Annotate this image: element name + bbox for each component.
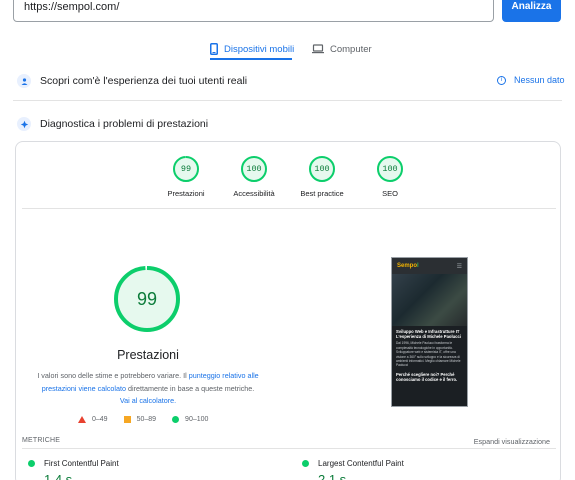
preview-heading: Sviluppo Web e Infrastrutture IT L'esper… (396, 329, 461, 340)
legend-pass-label: 90–100 (185, 416, 209, 423)
no-data-link[interactable]: i Nessun dato (497, 75, 565, 85)
lighthouse-icon (17, 117, 31, 131)
divider (22, 208, 556, 209)
gauge-label: Prestazioni (167, 189, 205, 198)
metric-lcp: Largest Contentful Paint (302, 459, 404, 468)
metric-label: First Contentful Paint (44, 459, 119, 468)
legend-fail-label: 0–49 (92, 416, 108, 423)
preview-hero-image (392, 274, 467, 326)
gauge-value: 100 (314, 164, 330, 174)
metric-fcp: First Contentful Paint (28, 459, 119, 468)
score-legend: 0–49 50–89 90–100 (78, 416, 224, 423)
metrics-header: METRICHE (22, 437, 61, 444)
gauge-best-practices[interactable]: 100 Best practice (292, 155, 352, 198)
gauge-ring: 100 (308, 155, 336, 183)
gauge-ring: 100 (240, 155, 268, 183)
score-gauges: 99 Prestazioni 100 Accessibilità 100 Bes… (16, 155, 562, 205)
metric-label: Largest Contentful Paint (318, 459, 404, 468)
gauge-label: Best practice (300, 189, 344, 198)
page-screenshot-thumbnail[interactable]: Sempol ☰ Sviluppo Web e Infrastrutture I… (391, 257, 468, 407)
field-data-title: Scopri com'è l'esperienza dei tuoi utent… (40, 75, 248, 87)
legend-average-label: 50–89 (136, 416, 157, 423)
active-tab-indicator (210, 58, 292, 60)
legend-pass: 90–100 (172, 416, 208, 423)
metric-value: 1,4 s (44, 472, 73, 480)
smartphone-icon (210, 43, 218, 55)
circle-icon (172, 416, 180, 423)
square-icon (123, 416, 131, 423)
tab-mobile-label: Dispositivi mobili (224, 43, 295, 55)
desc-text: direttamente in base a queste metriche. (126, 383, 255, 393)
users-icon (17, 74, 31, 88)
gauge-label: SEO (382, 189, 398, 198)
device-tabs: Dispositivi mobili Computer (0, 37, 575, 61)
gauge-value: 100 (382, 164, 398, 174)
analyze-button[interactable]: Analizza (502, 0, 561, 22)
diagnostics-title: Diagnostica i problemi di prestazioni (40, 118, 209, 130)
divider (22, 448, 556, 449)
pass-circle-icon (302, 460, 309, 467)
gauge-value: 100 (246, 164, 262, 174)
site-logo: Sempol (397, 263, 419, 269)
field-data-header: Scopri com'è l'esperienza dei tuoi utent… (17, 74, 247, 88)
performance-description: I valori sono delle stime e potrebbero v… (36, 370, 260, 408)
metric-value: 2,1 s (318, 472, 347, 480)
url-bar: https://sempol.com/ Analizza (0, 0, 575, 26)
diagnostics-header: Diagnostica i problemi di prestazioni (17, 117, 208, 131)
report-card: 99 Prestazioni 100 Accessibilità 100 Bes… (15, 141, 561, 480)
expand-view-toggle[interactable]: Espandi visualizzazione (474, 437, 550, 446)
calculator-link[interactable]: Vai al calcolatore. (120, 396, 176, 405)
url-input[interactable]: https://sempol.com/ (13, 0, 494, 22)
legend-fail: 0–49 (78, 416, 108, 423)
tab-desktop[interactable]: Computer (312, 37, 372, 61)
laptop-icon (312, 44, 324, 54)
triangle-icon (78, 416, 86, 423)
performance-title: Prestazioni (117, 348, 179, 362)
info-icon: i (497, 75, 506, 85)
preview-topbar: Sempol ☰ (392, 258, 467, 274)
pass-circle-icon (28, 460, 35, 467)
gauge-accessibility[interactable]: 100 Accessibilità (224, 155, 284, 198)
performance-score: 99 (136, 289, 158, 309)
gauge-seo[interactable]: 100 SEO (360, 155, 420, 198)
gauge-performance[interactable]: 99 Prestazioni (156, 155, 216, 198)
gauge-ring: 99 (172, 155, 200, 183)
menu-icon: ☰ (456, 263, 462, 270)
gauge-ring: 100 (376, 155, 404, 183)
performance-main-gauge: 99 (113, 265, 181, 333)
preview-body: Dal 1996, Michele Paolucci trasforma le … (396, 341, 461, 368)
tab-desktop-label: Computer (330, 43, 372, 55)
divider (13, 100, 562, 101)
gauge-value: 99 (180, 164, 192, 174)
no-data-label: Nessun dato (514, 75, 565, 85)
preview-cta: Perché scegliere noi? Perché conosciamo … (396, 371, 458, 383)
desc-text: I valori sono delle stime e potrebbero v… (37, 371, 189, 380)
legend-average: 50–89 (123, 416, 157, 423)
gauge-label: Accessibilità (233, 189, 275, 198)
